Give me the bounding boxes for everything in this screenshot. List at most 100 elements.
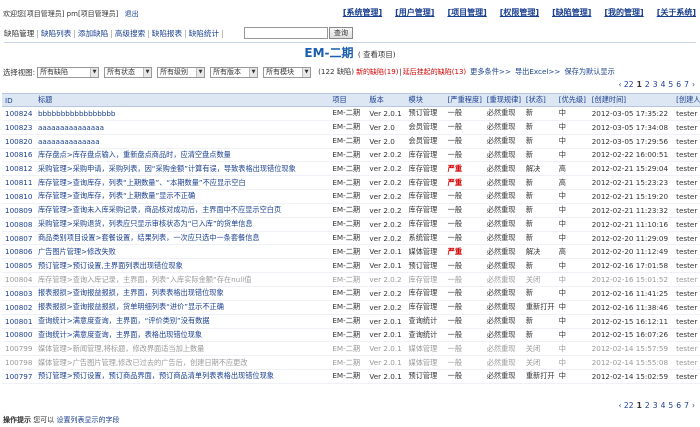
page-3[interactable]: 3 <box>653 80 658 89</box>
subnav-bug-report[interactable]: 缺陷报表 <box>152 28 182 39</box>
table-row[interactable]: 100801 查询统计>满意度查询，主界面，“评价类别”没有数据 EM-二期 ver … <box>2 314 700 329</box>
cell-title[interactable]: 查询统计>满意度查询，主界面，表格出现错位现象 <box>34 328 330 343</box>
cell-title[interactable]: 预订管理>预订设置,主界面列表出现错位现象 <box>34 258 330 274</box>
cell-title[interactable]: 媒体管理>新闻管理,将标题，修改界面适当加上数量 <box>34 341 330 357</box>
search-input[interactable] <box>244 27 328 39</box>
cell-id[interactable]: 100816 <box>2 148 35 163</box>
page-next[interactable]: › <box>692 80 695 89</box>
subnav-add-bug[interactable]: 添加缺陷 <box>78 28 108 39</box>
table-row[interactable]: 100798 媒体管理>广告图片管理,修改已过去的广告后，创建日期不应更改 EM-二… <box>2 355 700 371</box>
header-col-created[interactable]: [创建时间] <box>588 93 674 107</box>
table-row[interactable]: 100799 媒体管理>新闻管理,将标题，修改界面适当加上数量 EM-二期 Ver 2… <box>2 341 700 357</box>
table-row[interactable]: 100808 采购管理>采购退货，列表应只显示审核状态为“已入库”的货单信息 EM-… <box>2 217 700 232</box>
table-row[interactable]: 100807 商品类别项目设置>套餐设置，结果列表，一次应只选中一条套餐信息 EM-… <box>2 231 700 246</box>
cell-title[interactable]: aaaaaaaaaaaaaa <box>34 134 330 149</box>
cell-id[interactable]: 100803 <box>2 286 35 301</box>
cell-title[interactable]: 采购管理>采购退货，列表应只显示审核状态为“已入库”的货单信息 <box>34 217 330 232</box>
menu-system[interactable]: [系统管理] <box>343 7 382 18</box>
page-5[interactable]: 5 <box>668 401 673 410</box>
page-next[interactable]: › <box>692 401 695 410</box>
cell-id[interactable]: 100798 <box>2 355 35 371</box>
subnav-bug-management[interactable]: 缺陷管理 <box>4 28 34 39</box>
cell-title[interactable]: 库存管理>查询库存，列表“上期数量”、“本期数量”不应显示空白 <box>34 175 330 191</box>
search-button[interactable]: 查询 <box>329 27 353 39</box>
header-col-priority[interactable]: [优先级] <box>555 93 589 107</box>
cell-id[interactable]: 100800 <box>2 328 35 343</box>
delayed-bugs-link[interactable]: 延后挂起的缺陷(13) <box>403 67 466 77</box>
menu-projects[interactable]: [项目管理] <box>447 7 486 18</box>
cell-title[interactable]: 库存管理>查询未入库采购记录，商品核对成功后，主界面中不应显示空白页 <box>34 203 330 218</box>
table-row[interactable]: 100806 广告图片管理>修改失败 EM-二期 Ver 2.0.1 媒体管理 严重 必然重… <box>2 244 700 260</box>
table-row[interactable]: 100805 预订管理>预订设置,主界面列表出现错位现象 EM-二期 Ver 2.0.… <box>2 258 700 274</box>
page-4[interactable]: 4 <box>661 401 666 410</box>
cell-title[interactable]: 预订管理>预订设置，预订商品界面，预订商品清单列表表格出现错位现象 <box>34 369 330 384</box>
cell-title[interactable]: 库存盘点>库存盘点输入，重新盘点商品时，应清空盘点数量 <box>34 148 330 163</box>
cell-title[interactable]: 查询统计>满意度查询，主界面，“评价类别”没有数据 <box>34 314 330 329</box>
table-row[interactable]: 100803 报表报损>查询报益报损，主界面，列表表格出现错位现象 EM-二期 ver… <box>2 286 700 301</box>
cell-id[interactable]: 100799 <box>2 341 35 357</box>
cell-id[interactable]: 100802 <box>2 300 35 315</box>
table-row[interactable]: 100811 库存管理>查询库存，列表“上期数量”、“本期数量”不应显示空白 EM-… <box>2 175 700 191</box>
cell-title[interactable]: 媒体管理>广告图片管理,修改已过去的广告后，创建日期不应更改 <box>34 355 330 371</box>
page-prev[interactable]: ‹ 22 <box>618 80 633 89</box>
cell-title[interactable]: 库存管理>查询入库记录，主界面，列表“入库实际金额”存在null值 <box>34 272 330 287</box>
subnav-bug-stats[interactable]: 缺陷统计 <box>189 28 219 39</box>
header-col-severity[interactable]: [严重程度] <box>444 93 484 107</box>
cell-id[interactable]: 100823 <box>2 120 35 135</box>
page-1[interactable]: 1 <box>637 401 642 410</box>
filter-version-select[interactable]: 所有版本 ▼ <box>210 66 259 78</box>
menu-permissions[interactable]: [权限管理] <box>500 7 539 18</box>
set-columns-link[interactable]: 设置列表显示的字段 <box>56 416 119 424</box>
cell-id[interactable]: 100808 <box>2 217 35 232</box>
save-default-link[interactable]: 保存为默认显示 <box>564 67 614 77</box>
cell-title[interactable]: aaaaaaaaaaaaaaa <box>34 120 330 135</box>
cell-id[interactable]: 100804 <box>2 272 35 287</box>
cell-id[interactable]: 100807 <box>2 231 35 246</box>
subnav-bug-list[interactable]: 缺陷列表 <box>41 28 71 39</box>
cell-id[interactable]: 100811 <box>2 175 35 191</box>
cell-id[interactable]: 100810 <box>2 189 35 204</box>
subnav-advanced-search[interactable]: 高级搜索 <box>115 28 145 39</box>
cell-id[interactable]: 100812 <box>2 161 35 177</box>
filter-level-select[interactable]: 所有级别 ▼ <box>157 66 206 78</box>
header-col-status[interactable]: [状态] <box>522 93 556 107</box>
page-6[interactable]: 6 <box>676 80 681 89</box>
filter-module-select[interactable]: 所有模块 ▼ <box>263 66 312 78</box>
logout-link[interactable]: 退出 <box>125 10 139 18</box>
table-row[interactable]: 100823 aaaaaaaaaaaaaaa EM-二期 Ver 2.0 会员管理 一般必… <box>2 120 700 135</box>
page-2[interactable]: 2 <box>645 80 650 89</box>
cell-title[interactable]: 采购管理>采购申请，采购列表，因“采购金额”计算有误，导致表格出现错位现象 <box>34 161 330 177</box>
cell-id[interactable]: 100820 <box>2 134 35 149</box>
table-row[interactable]: 100797 预订管理>预订设置，预订商品界面，预订商品清单列表表格出现错位现象 E… <box>2 369 700 384</box>
export-excel-link[interactable]: 导出Excel>> <box>515 67 560 77</box>
menu-my[interactable]: [我的管理] <box>604 7 643 18</box>
page-5[interactable]: 5 <box>668 80 673 89</box>
header-col-repro[interactable]: [重现规律] <box>483 93 523 107</box>
page-4[interactable]: 4 <box>661 80 666 89</box>
header-col-creator[interactable]: [创建人] <box>673 93 700 107</box>
cell-id[interactable]: 100801 <box>2 314 35 329</box>
new-bugs-link[interactable]: 新的缺陷(19) <box>356 67 398 77</box>
table-row[interactable]: 100802 报表报损>查询报益报损，货单明细列表“进价”显示不正确 EM-二期 ve… <box>2 300 700 315</box>
table-row[interactable]: 100824 bbbbbbbbbbbbbbbbb EM-二期 Ver 2.0.1 预订管… <box>2 106 700 121</box>
view-project-link[interactable]: ( 查看项目) <box>358 50 396 59</box>
table-row[interactable]: 100816 库存盘点>库存盘点输入，重新盘点商品时，应清空盘点数量 EM-二期 ve… <box>2 148 700 163</box>
cell-title[interactable]: 报表报损>查询报益报损，主界面，列表表格出现错位现象 <box>34 286 330 301</box>
cell-id[interactable]: 100805 <box>2 258 35 274</box>
table-row[interactable]: 100820 aaaaaaaaaaaaaa EM-二期 Ver 2.0 会员管理 一般 必然… <box>2 134 700 149</box>
filter-bugs-select[interactable]: 所有缺陷 ▼ <box>37 66 100 78</box>
cell-id[interactable]: 100824 <box>2 106 35 121</box>
page-2[interactable]: 2 <box>645 401 650 410</box>
table-row[interactable]: 100810 库存管理>查询库存，列表“上期数量”显示不正确 EM-二期 ver 2.… <box>2 189 700 204</box>
page-6[interactable]: 6 <box>676 401 681 410</box>
table-row[interactable]: 100804 库存管理>查询入库记录，主界面，列表“入库实际金额”存在null值 E… <box>2 272 700 287</box>
page-7[interactable]: 7 <box>684 80 689 89</box>
menu-bugs[interactable]: [缺陷管理] <box>552 7 591 18</box>
filter-status-select[interactable]: 所有状态 ▼ <box>104 66 153 78</box>
page-7[interactable]: 7 <box>684 401 689 410</box>
cell-title[interactable]: 商品类别项目设置>套餐设置，结果列表，一次应只选中一条套餐信息 <box>34 231 330 246</box>
table-row[interactable]: 100809 库存管理>查询未入库采购记录，商品核对成功后，主界面中不应显示空白页… <box>2 203 700 218</box>
cell-id[interactable]: 100809 <box>2 203 35 218</box>
cell-title[interactable]: 广告图片管理>修改失败 <box>34 244 330 260</box>
table-row[interactable]: 100800 查询统计>满意度查询，主界面，表格出现错位现象 EM-二期 ver 2.… <box>2 328 700 343</box>
